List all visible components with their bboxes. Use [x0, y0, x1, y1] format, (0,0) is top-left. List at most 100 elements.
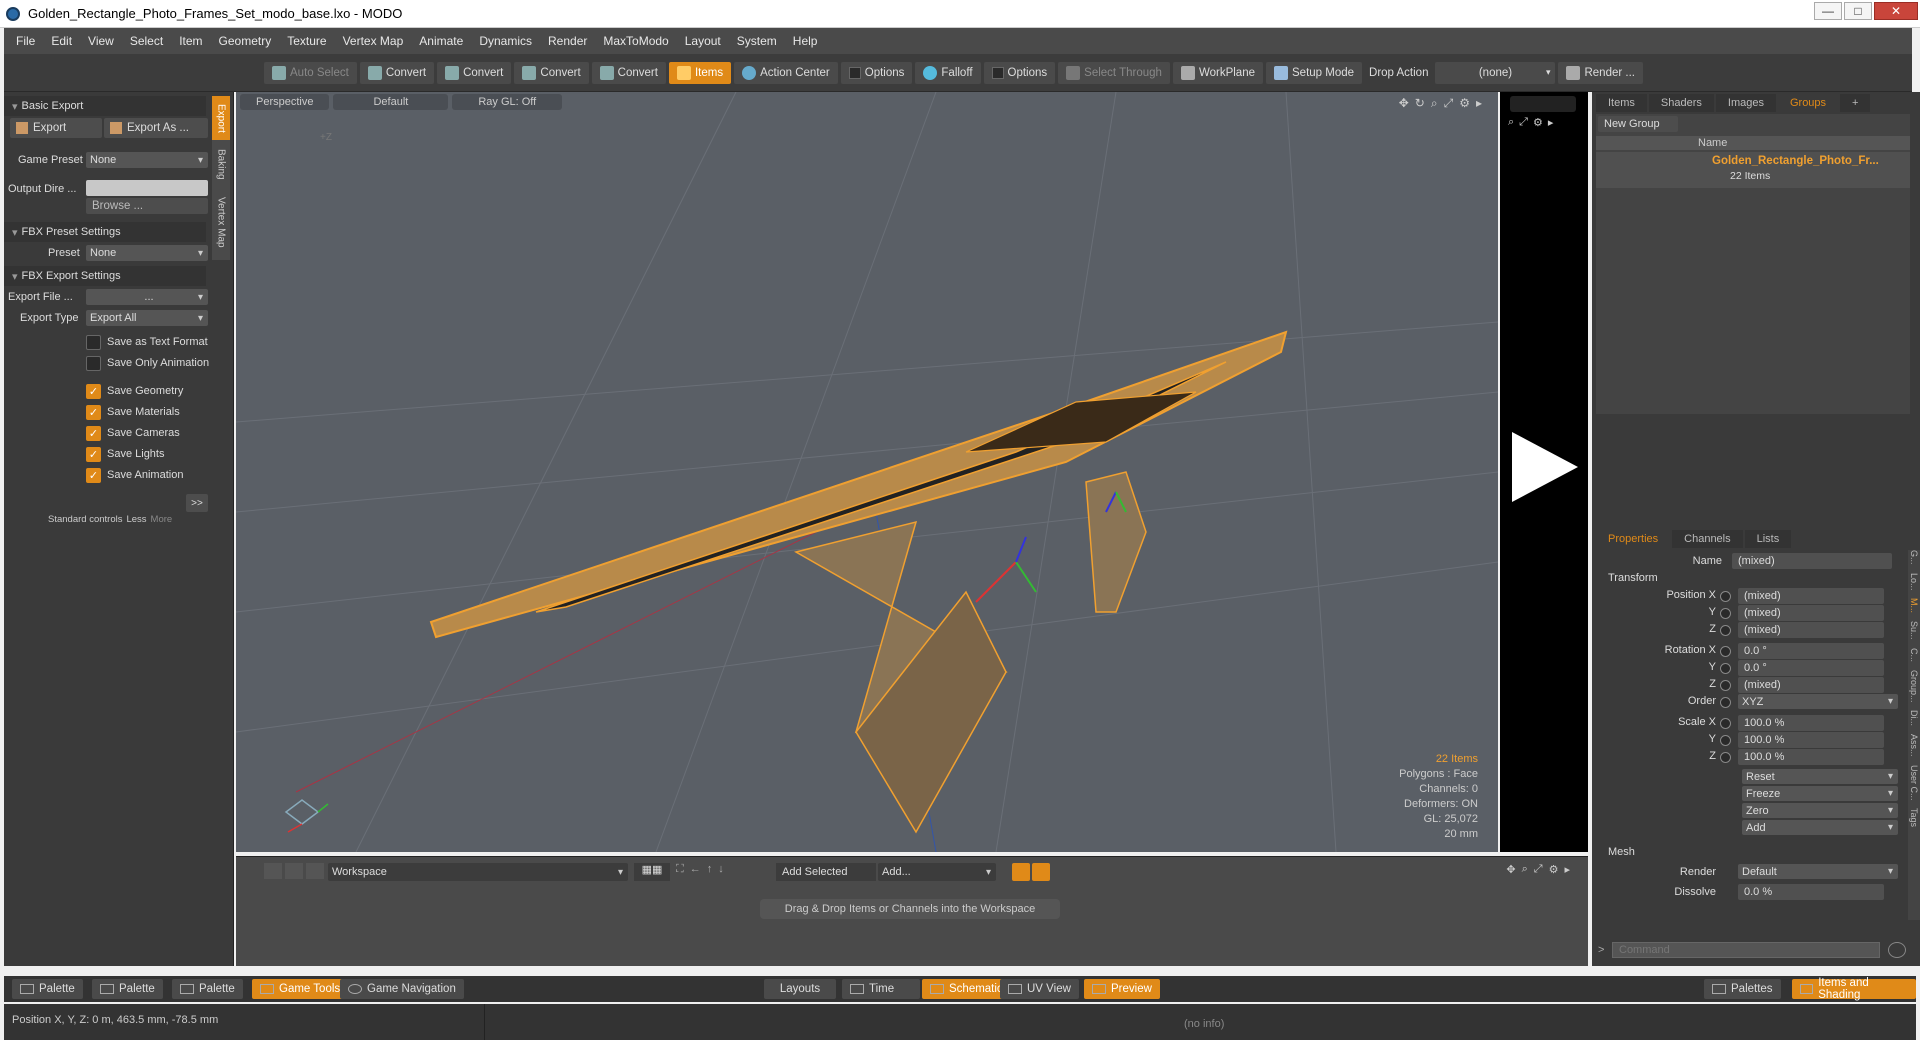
menu-select[interactable]: Select	[122, 34, 171, 48]
tab-groups[interactable]: Groups	[1777, 94, 1839, 112]
more-link[interactable]: More	[151, 514, 173, 525]
add-tab-icon[interactable]: +	[1840, 94, 1871, 112]
menu-animate[interactable]: Animate	[411, 34, 471, 48]
tab-channels[interactable]: Channels	[1672, 530, 1743, 548]
scale-x-field[interactable]: 100.0 %	[1738, 715, 1884, 731]
move-view-icon[interactable]: ✥	[1506, 863, 1515, 876]
add-dropdown[interactable]: Add...	[878, 863, 996, 881]
tab-lists[interactable]: Lists	[1744, 530, 1792, 548]
menu-texture[interactable]: Texture	[279, 34, 334, 48]
rotation-z-field[interactable]: (mixed)	[1738, 677, 1884, 693]
animate-dot[interactable]	[1720, 608, 1731, 619]
move-view-icon[interactable]: ✥	[1399, 96, 1409, 111]
select-through-button[interactable]: Select Through	[1058, 61, 1170, 84]
save-animation-row[interactable]: ✓ Save Animation	[86, 465, 183, 485]
animate-dot[interactable]	[1720, 646, 1731, 657]
animate-dot[interactable]	[1720, 663, 1731, 674]
dissolve-field[interactable]: 0.0 %	[1738, 884, 1884, 900]
animate-dot[interactable]	[1720, 735, 1731, 746]
workspace-tool-icon[interactable]	[264, 863, 282, 879]
orientation-cube-icon[interactable]	[284, 799, 329, 833]
preset-dropdown[interactable]: None	[86, 245, 208, 261]
basic-export-header[interactable]: ▾ Basic Export	[4, 96, 206, 116]
workspace-dropdown[interactable]: Workspace	[328, 863, 628, 881]
photo-frame-model[interactable]	[429, 330, 1288, 834]
animate-dot[interactable]	[1720, 752, 1731, 763]
viewport-settings-icon[interactable]: ⚙	[1459, 96, 1470, 111]
convert-button-3[interactable]: Convert	[514, 61, 589, 84]
auto-select-button[interactable]: Auto Select	[264, 61, 357, 84]
order-dropdown[interactable]: XYZ	[1738, 694, 1898, 709]
convert-button-4[interactable]: Convert	[591, 61, 666, 84]
grid-layout-icon[interactable]: ▦▦	[634, 863, 670, 881]
command-expand-icon[interactable]: >	[1598, 944, 1604, 956]
3d-viewport[interactable]: +Z ✥ ↻ ⌕ ⤢ ⚙ ▸ 22 Items Polygons : Face …	[236, 92, 1498, 852]
maximize-icon[interactable]: □	[1844, 2, 1872, 20]
arrow-left-icon[interactable]: ←	[690, 863, 701, 876]
reset-dropdown[interactable]: Reset	[1742, 769, 1898, 784]
raygl-button[interactable]: Ray GL: Off	[452, 94, 563, 110]
position-y-field[interactable]: (mixed)	[1738, 605, 1884, 621]
more-icon[interactable]: ▸	[1564, 863, 1570, 876]
save-only-animation-row[interactable]: Save Only Animation	[86, 353, 209, 373]
freeze-dropdown[interactable]: Freeze	[1742, 786, 1898, 801]
name-field[interactable]: (mixed)	[1732, 553, 1892, 569]
save-lights-checkbox[interactable]: ✓	[86, 446, 101, 462]
menu-layout[interactable]: Layout	[677, 34, 729, 48]
items-mode-button[interactable]: Items	[668, 61, 732, 84]
zoom-view-icon[interactable]: ⌕	[1522, 863, 1528, 876]
expand-button[interactable]: >>	[186, 494, 208, 512]
perspective-button[interactable]: Perspective	[240, 94, 330, 110]
side-tab[interactable]: Tags	[1909, 808, 1919, 827]
rotation-x-field[interactable]: 0.0 °	[1738, 643, 1884, 659]
side-tab[interactable]: M...	[1909, 598, 1919, 613]
palette-button-2[interactable]: Palette	[92, 979, 163, 999]
side-tab[interactable]: Group...	[1909, 670, 1919, 703]
time-button[interactable]: Time	[842, 979, 920, 999]
position-z-field[interactable]: (mixed)	[1738, 622, 1884, 638]
mesh-header[interactable]: Mesh	[1608, 846, 1635, 858]
animate-dot[interactable]	[1720, 697, 1731, 708]
options-button-1[interactable]: Options	[840, 61, 913, 84]
save-cameras-checkbox[interactable]: ✓	[86, 425, 101, 441]
save-text-format-row[interactable]: Save as Text Format	[86, 332, 208, 352]
fbx-preset-header[interactable]: ▾ FBX Preset Settings	[4, 222, 206, 242]
save-geometry-checkbox[interactable]: ✓	[86, 383, 101, 399]
rotation-y-field[interactable]: 0.0 °	[1738, 660, 1884, 676]
tab-export[interactable]: Export	[212, 96, 230, 140]
render-dropdown[interactable]: Default	[1738, 864, 1898, 879]
fbx-export-header[interactable]: ▾ FBX Export Settings	[4, 266, 206, 286]
workspace-tool-icon[interactable]	[285, 863, 303, 879]
more-icon[interactable]: ▸	[1548, 116, 1554, 129]
viewport-more-icon[interactable]: ▸	[1476, 96, 1482, 111]
rotate-view-icon[interactable]: ↻	[1415, 96, 1425, 111]
key-icon[interactable]	[1012, 863, 1030, 881]
side-tab[interactable]: Su...	[1909, 621, 1919, 640]
side-tab[interactable]: Di...	[1909, 710, 1919, 726]
arrow-up-icon[interactable]: ↑	[707, 863, 713, 876]
less-link[interactable]: Less	[126, 514, 146, 525]
save-only-animation-checkbox[interactable]	[86, 355, 101, 371]
save-animation-checkbox[interactable]: ✓	[86, 467, 101, 483]
save-materials-row[interactable]: ✓ Save Materials	[86, 402, 180, 422]
menu-file[interactable]: File	[8, 34, 43, 48]
falloff-button[interactable]: Falloff	[915, 61, 981, 84]
add-dropdown[interactable]: Add	[1742, 820, 1898, 835]
export-button[interactable]: Export	[10, 118, 102, 138]
save-lights-row[interactable]: ✓ Save Lights	[86, 444, 164, 464]
tab-baking[interactable]: Baking	[212, 142, 230, 186]
palette-button-1[interactable]: Palette	[12, 979, 83, 999]
game-navigation-button[interactable]: Game Navigation	[340, 979, 464, 999]
tab-vertex-map[interactable]: Vertex Map	[212, 188, 230, 256]
render-button[interactable]: Render ...	[1558, 61, 1643, 84]
tab-items[interactable]: Items	[1596, 94, 1647, 112]
fit-view-icon[interactable]: ⤢	[1534, 863, 1543, 876]
menu-help[interactable]: Help	[785, 34, 826, 48]
transform-header[interactable]: Transform	[1608, 572, 1658, 584]
side-tab[interactable]: G...	[1909, 550, 1919, 565]
workspace-tool-icon[interactable]	[306, 863, 324, 879]
add-selected-button[interactable]: Add Selected	[776, 863, 876, 881]
export-as-button[interactable]: Export As ...	[104, 118, 208, 138]
menu-edit[interactable]: Edit	[43, 34, 80, 48]
gear-icon[interactable]: ⚙	[1549, 863, 1559, 876]
